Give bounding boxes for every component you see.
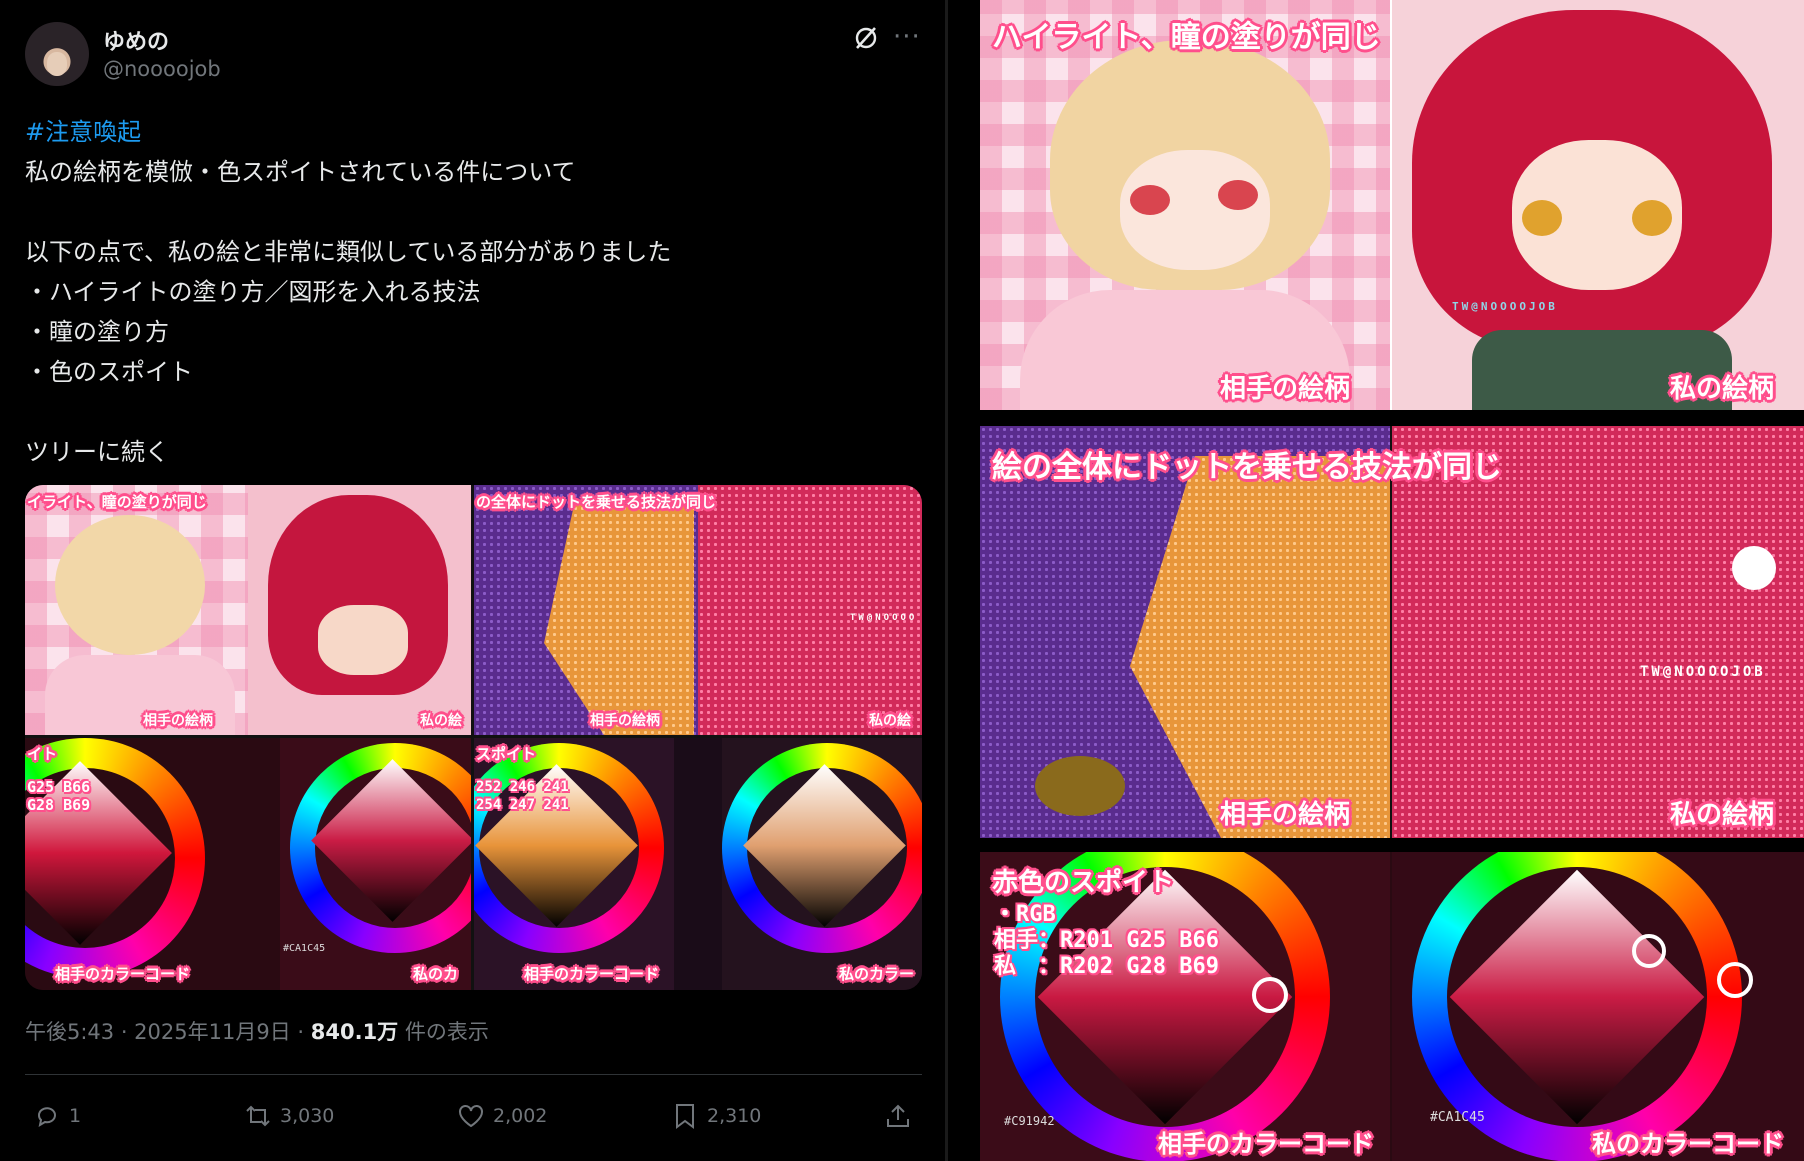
label-other: 相手の絵柄 (1220, 374, 1351, 404)
panel-caption: ハイライト、瞳の塗りが同じ (992, 20, 1381, 55)
tweet-line: ・ハイライトの塗り方／図形を入れる技法 (25, 278, 481, 306)
thumb-label-right: 私の絵 (420, 713, 462, 729)
art-eye (1130, 185, 1170, 215)
tweet-line: ツリーに続く (25, 438, 169, 466)
panel-caption: 赤色のスポイト (992, 868, 1175, 898)
tweet-line (25, 392, 905, 432)
color-handle[interactable] (1632, 934, 1666, 968)
retweet-button[interactable]: 3,030 (244, 1096, 334, 1136)
view-label: 件の表示 (398, 1020, 489, 1044)
like-count: 2,002 (493, 1105, 548, 1127)
thumb-caption: スポイト (476, 745, 537, 763)
grok-icon[interactable] (852, 24, 880, 52)
bookmark-count: 2,310 (707, 1105, 762, 1127)
label-other: 相手のカラーコード (1158, 1130, 1374, 1158)
media-image-1[interactable]: イライト、瞳の塗りが同じ 相手の絵柄 私の絵 (25, 485, 471, 735)
label-other: 相手の絵柄 (1220, 800, 1351, 830)
column-divider (945, 0, 948, 1161)
media-image-4[interactable]: スポイト 252 246 241 254 247 241 相手のカラーコード 私… (474, 738, 922, 990)
panel-caption: 絵の全体にドットを乗せる技法が同じ (992, 450, 1502, 485)
divider (25, 1074, 922, 1075)
view-count: 840.1万 (310, 1020, 399, 1044)
hex-mine: #CA1C45 (1430, 1110, 1485, 1125)
tile-art-right (722, 738, 922, 990)
art-flower (1732, 546, 1776, 590)
tweet: ゆめの @noooojob ··· #注意喚起 私の絵柄を模倣・色スポイトされて… (0, 0, 945, 1161)
panel-dots: TW@NOOOOJOB 絵の全体にドットを乗せる技法が同じ 相手の絵柄 私の絵柄 (980, 426, 1804, 838)
avatar[interactable] (25, 22, 89, 86)
tile-art-right (248, 485, 471, 735)
art-eye (1632, 200, 1672, 236)
watermark: TW@NOOOOJOB (1640, 664, 1766, 680)
thumb-label-left: 相手のカラーコード (524, 965, 660, 983)
thumb-label-right: 私のカラー (839, 965, 915, 983)
art-mine-highlight: TW@NOOOOJOB (1392, 0, 1804, 410)
timestamp[interactable]: 午後5:43 · 2025年11月9日 · 840.1万 件の表示 (25, 1016, 489, 1046)
thumb-hex: #CA1C45 (283, 943, 326, 954)
thumb-rgb: G25 B66 G28 B69 (27, 778, 91, 814)
hashtag-link[interactable]: #注意喚起 (25, 112, 905, 152)
tile-art-left (474, 738, 674, 990)
media-grid: イライト、瞳の塗りが同じ 相手の絵柄 私の絵 TW@NOOOO の全体にドットを… (25, 485, 922, 990)
label-mine: 私のカラーコード (1592, 1130, 1784, 1158)
tweet-line: 私の絵柄を模倣・色スポイトされている件について (25, 158, 576, 186)
timestamp-time[interactable]: 午後5:43 · 2025年11月9日 · (25, 1020, 311, 1044)
art-eye (1522, 200, 1562, 236)
art-mine-dots (1392, 426, 1804, 838)
hue-handle[interactable] (1717, 962, 1753, 998)
share-icon (887, 1104, 909, 1127)
thumb-caption: イト (27, 745, 58, 763)
label-mine: 私の絵柄 (1670, 800, 1775, 830)
reply-icon (38, 1107, 56, 1128)
thumb-rgb: 252 246 241 254 247 241 (476, 779, 569, 813)
thumb-caption: イライト、瞳の塗りが同じ (27, 493, 207, 511)
bookmark-button[interactable]: 2,310 (671, 1096, 761, 1136)
thumb-label-left: 相手のカラーコード (55, 965, 191, 983)
hex-other: #C91942 (1004, 1114, 1055, 1128)
reply-button[interactable]: 1 (33, 1096, 81, 1136)
bookmark-icon (676, 1104, 694, 1129)
reply-count: 1 (69, 1105, 82, 1127)
more-options-icon[interactable]: ··· (893, 22, 921, 52)
tweet-line: ・瞳の塗り方 (25, 318, 169, 346)
art-eye (1218, 180, 1258, 210)
art-other-highlight (980, 0, 1390, 410)
thumb-label-right: 私の絵 (869, 713, 911, 729)
retweet-count: 3,030 (280, 1105, 335, 1127)
label-mine: 私の絵柄 (1670, 374, 1775, 404)
hue-handle[interactable] (1252, 977, 1288, 1013)
tweet-text: #注意喚起 私の絵柄を模倣・色スポイトされている件について 以下の点で、私の絵と… (25, 112, 905, 472)
tweet-line: 以下の点で、私の絵と非常に類似している部分がありました (25, 238, 672, 266)
thumb-caption: の全体にドットを乗せる技法が同じ (476, 493, 717, 511)
media-image-3[interactable]: イト G25 B66 G28 B69 #CA1C45 相手のカラーコード 私のカ (25, 738, 471, 990)
tile-art-right (698, 485, 922, 735)
tweet-line (25, 192, 905, 232)
share-button[interactable] (884, 1096, 912, 1136)
tile-face (318, 605, 408, 675)
user-handle[interactable]: @noooojob (103, 57, 221, 81)
thumb-label-right: 私のカ (413, 965, 459, 983)
media-image-2[interactable]: TW@NOOOO の全体にドットを乗せる技法が同じ 相手の絵柄 私の絵 (474, 485, 922, 735)
thumb-watermark: TW@NOOOO (850, 613, 918, 623)
panel-color: 赤色のスポイト ・RGB 相手：R201 G25 B66 私 ：R202 G28… (980, 852, 1804, 1161)
art-eye (1035, 756, 1125, 816)
like-button[interactable]: 2,002 (457, 1096, 547, 1136)
panel-highlight: TW@NOOOOJOB ハイライト、瞳の塗りが同じ 相手の絵柄 私の絵柄 (980, 0, 1804, 410)
watermark: TW@NOOOOJOB (1452, 300, 1558, 313)
display-name[interactable]: ゆめの (103, 24, 169, 56)
thumb-label-left: 相手の絵柄 (590, 713, 660, 729)
heart-icon (459, 1105, 483, 1128)
retweet-icon (246, 1105, 270, 1127)
thumb-label-left: 相手の絵柄 (143, 713, 213, 729)
tile-hair (55, 515, 205, 655)
tweet-line: ・色のスポイト (25, 358, 193, 386)
rgb-mine: 私 ：R202 G28 B69 (994, 954, 1219, 979)
tile-art-left (25, 485, 248, 735)
